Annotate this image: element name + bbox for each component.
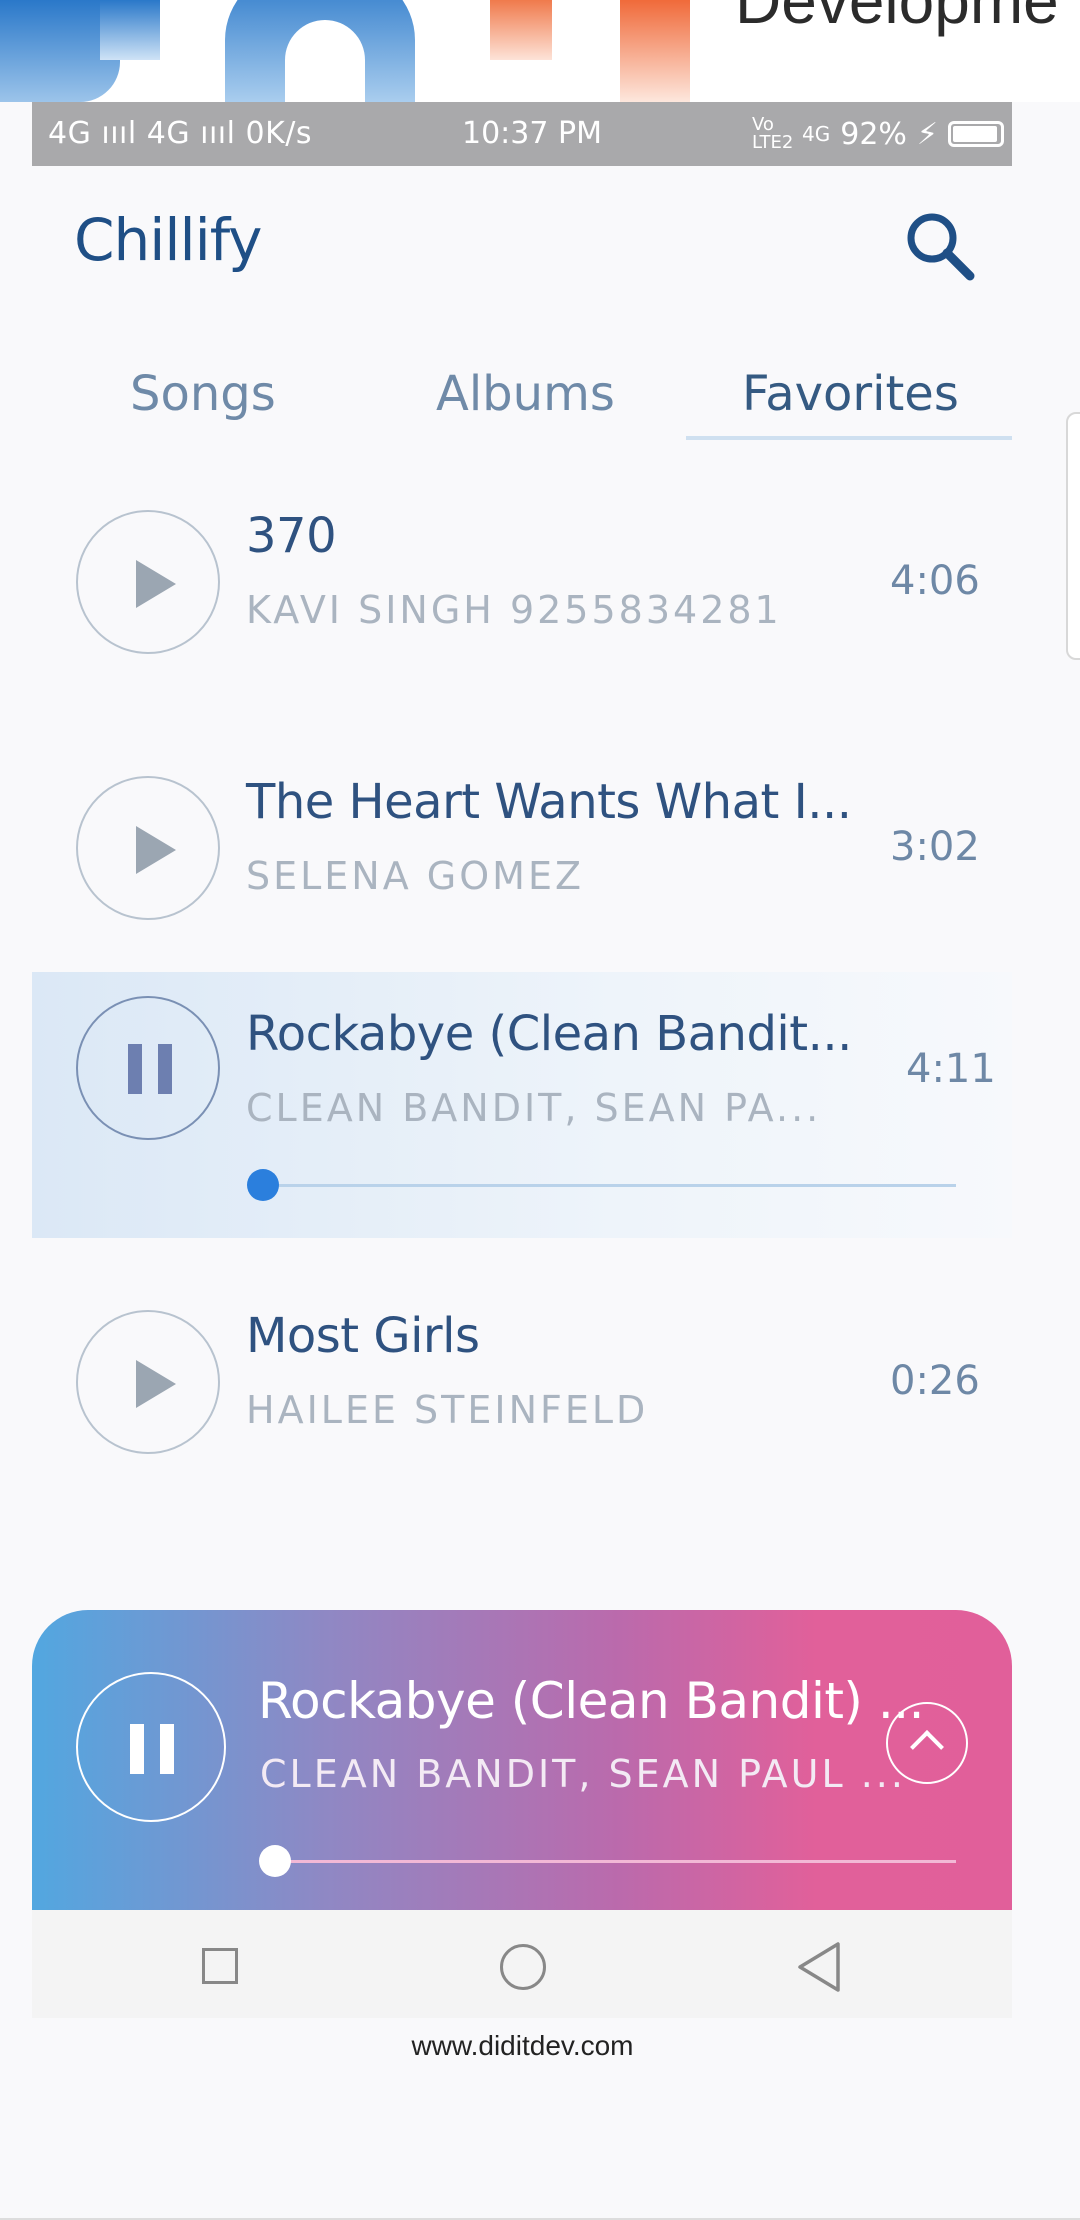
footer-url: www.diditdev.com: [411, 2030, 634, 2061]
app-title: Chillify: [74, 206, 262, 274]
status-time: 10:37 PM: [462, 116, 602, 151]
banner-graphic: [285, 20, 365, 102]
phone-screen: 4G ıııl 4G ıııl 0K/s 10:37 PM Vo LTE2 4G…: [32, 102, 1012, 2018]
status-bar: 4G ıııl 4G ıııl 0K/s 10:37 PM Vo LTE2 4G…: [32, 102, 1012, 166]
song-duration: 4:06: [890, 558, 980, 604]
play-icon: [136, 560, 176, 608]
tab-favorites[interactable]: Favorites: [742, 366, 959, 422]
app-bar: Chillify: [32, 166, 1012, 326]
recents-button[interactable]: [202, 1948, 238, 1984]
mini-song-artist: CLEAN BANDIT, SEAN PAUL ...: [260, 1752, 906, 1796]
mini-player[interactable]: Rockabye (Clean Bandit) ... CLEAN BANDIT…: [32, 1610, 1012, 1920]
mini-song-title: Rockabye (Clean Bandit) ...: [258, 1672, 925, 1730]
pause-button[interactable]: [76, 996, 220, 1140]
home-button[interactable]: [500, 1944, 546, 1990]
status-battery-text: 92%: [840, 116, 907, 152]
active-tab-indicator: [686, 436, 1012, 440]
progress-thumb[interactable]: [247, 1169, 279, 1201]
tab-bar: Songs Albums Favorites: [32, 326, 1012, 446]
slide-banner: Developme: [0, 0, 1080, 102]
song-title: Most Girls: [246, 1308, 480, 1364]
mini-progress-thumb[interactable]: [258, 1845, 291, 1877]
list-item[interactable]: 370 KAVI SINGH 9255834281 4:06: [32, 476, 1012, 742]
play-icon: [136, 1360, 176, 1408]
tab-songs[interactable]: Songs: [130, 366, 276, 422]
banner-graphic: [100, 0, 160, 60]
status-net: 4G: [802, 122, 831, 146]
list-item[interactable]: The Heart Wants What I... SELENA GOMEZ 3…: [32, 742, 1012, 1008]
song-title: The Heart Wants What I...: [246, 774, 852, 830]
search-button[interactable]: [900, 206, 980, 286]
song-artist: CLEAN BANDIT, SEAN PA...: [246, 1086, 822, 1130]
charging-icon: ⚡: [916, 116, 938, 152]
song-progress-slider[interactable]: [247, 1169, 956, 1201]
back-icon: [798, 1942, 840, 1992]
status-right: Vo LTE2 4G 92% ⚡: [752, 116, 1004, 152]
song-duration: 0:26: [890, 1358, 980, 1404]
pause-icon: [128, 1044, 172, 1094]
tab-albums[interactable]: Albums: [436, 366, 615, 422]
banner-graphic: [620, 0, 690, 102]
banner-text: Developme: [735, 0, 1059, 37]
play-button[interactable]: [76, 1310, 220, 1454]
mini-pause-button[interactable]: [76, 1672, 226, 1822]
search-icon: [907, 213, 975, 281]
battery-icon: [948, 121, 1004, 147]
pause-icon: [130, 1724, 174, 1774]
song-title: Rockabye (Clean Bandit...: [246, 1006, 852, 1062]
status-carrier: Vo LTE2: [752, 114, 794, 153]
banner-graphic: [490, 0, 552, 60]
song-artist: KAVI SINGH 9255834281: [246, 588, 782, 632]
mini-progress-slider[interactable]: [258, 1845, 956, 1877]
play-button[interactable]: [76, 510, 220, 654]
list-item[interactable]: Most Girls HAILEE STEINFELD 0:26: [32, 1276, 1012, 1542]
system-nav-bar: [32, 1910, 1012, 2018]
expand-player-button[interactable]: [886, 1702, 968, 1784]
song-duration: 4:11: [906, 1046, 996, 1092]
play-icon: [136, 826, 176, 874]
side-handle: [1066, 412, 1080, 660]
song-title: 370: [246, 508, 337, 564]
list-item-now-playing[interactable]: Rockabye (Clean Bandit... CLEAN BANDIT, …: [32, 972, 1012, 1238]
song-artist: HAILEE STEINFELD: [246, 1388, 649, 1432]
status-network-info: 4G ıııl 4G ıııl 0K/s: [48, 116, 312, 151]
back-button[interactable]: [794, 1940, 844, 1994]
play-button[interactable]: [76, 776, 220, 920]
song-artist: SELENA GOMEZ: [246, 854, 584, 898]
song-duration: 3:02: [890, 824, 980, 870]
